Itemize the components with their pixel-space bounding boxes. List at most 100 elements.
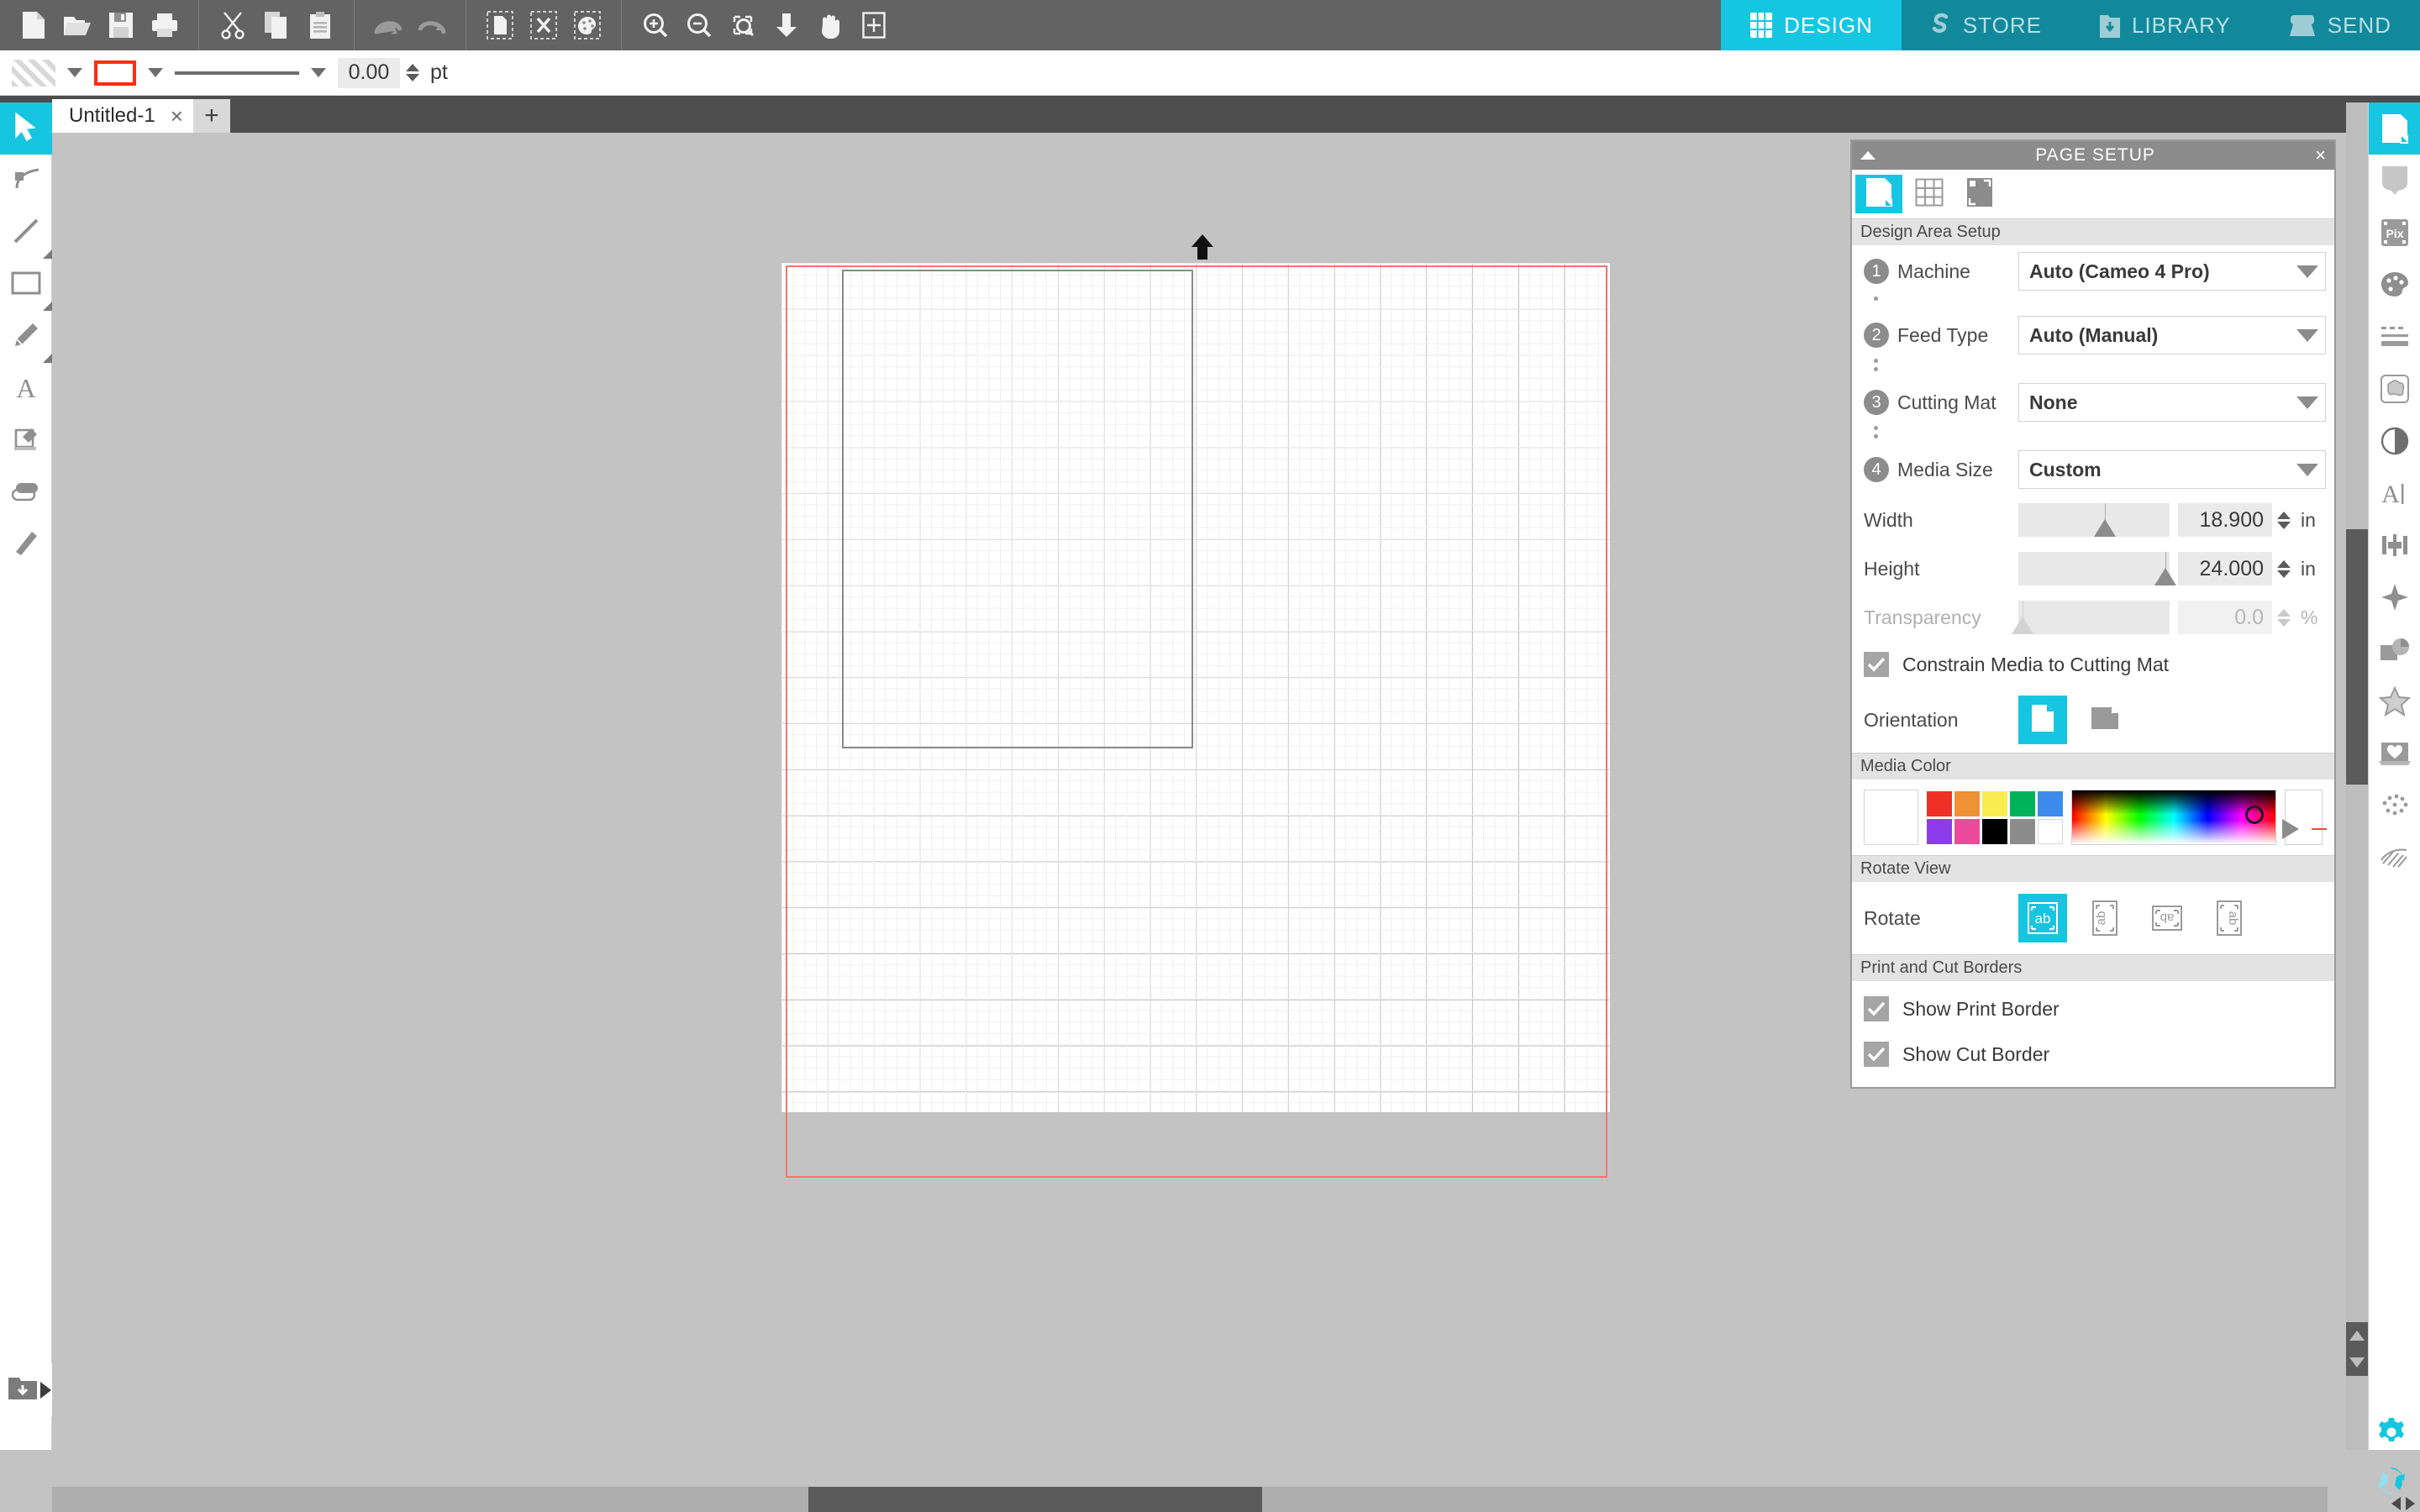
line-style-dropdown-caret[interactable] — [311, 68, 326, 77]
transform-panel-icon[interactable] — [2369, 571, 2420, 623]
transparency-decrement-icon[interactable] — [2277, 619, 2291, 627]
quick-access-panel-icon[interactable] — [2369, 155, 2420, 207]
rotate-90-button[interactable]: ab — [2081, 894, 2129, 942]
line-tool[interactable] — [0, 207, 52, 259]
chevron-down-icon[interactable] — [2296, 265, 2318, 278]
constrain-media-checkbox[interactable] — [1864, 652, 1889, 677]
grid-tab[interactable] — [1906, 175, 1953, 213]
draw-tool-flyout-corner[interactable] — [43, 354, 52, 363]
cut-button[interactable] — [211, 3, 255, 47]
fill-color-swatch[interactable] — [12, 60, 55, 87]
rotate-180-button[interactable]: ab — [2143, 894, 2191, 942]
nav-tab-store[interactable]: STORE — [1902, 0, 2070, 50]
brightness-slider[interactable] — [2285, 790, 2323, 845]
draw-tool[interactable] — [0, 311, 52, 363]
close-icon[interactable]: × — [171, 105, 183, 127]
transparency-stepper[interactable] — [2277, 609, 2291, 627]
preferences-button[interactable] — [2368, 1410, 2415, 1458]
copy-button[interactable] — [255, 3, 298, 47]
save-button[interactable] — [99, 3, 143, 47]
open-file-button[interactable] — [55, 3, 99, 47]
print-button[interactable] — [143, 3, 187, 47]
orientation-portrait-button[interactable] — [2018, 696, 2067, 744]
height-slider[interactable] — [2018, 552, 2170, 585]
constrain-media-checkbox-row[interactable]: Constrain Media to Cutting Mat — [1852, 642, 2334, 687]
feed-type-select[interactable]: Auto (Manual) — [2018, 316, 2326, 354]
rotate-0-button[interactable]: ab — [2018, 894, 2067, 942]
transparency-increment-icon[interactable] — [2277, 609, 2291, 617]
select-by-color-button[interactable] — [566, 3, 609, 47]
panel-rail-scroll-down[interactable] — [2346, 1349, 2368, 1376]
fill-color-panel-icon[interactable] — [2369, 259, 2420, 311]
show-grid-button[interactable] — [852, 3, 896, 47]
rectangle-tool[interactable] — [0, 259, 52, 311]
line-style-panel-icon[interactable] — [2369, 311, 2420, 363]
zoom-out-button[interactable] — [677, 3, 721, 47]
width-slider[interactable] — [2018, 503, 2170, 537]
line-width-input[interactable]: 0.00 — [338, 58, 400, 88]
color-swatch-orange[interactable] — [1954, 791, 1980, 816]
new-document-button[interactable] — [12, 3, 55, 47]
redo-button[interactable] — [410, 3, 454, 47]
design-page[interactable] — [781, 263, 1610, 1112]
width-stepper[interactable] — [2277, 512, 2291, 529]
chevron-down-icon[interactable] — [2296, 329, 2318, 342]
stroke-color-swatch[interactable] — [94, 60, 136, 86]
gradient-cursor-icon[interactable] — [2245, 806, 2264, 824]
fill-color-dropdown-caret[interactable] — [67, 68, 82, 77]
stroke-color-dropdown-caret[interactable] — [148, 68, 163, 77]
show-cut-border-checkbox[interactable] — [1864, 1042, 1889, 1067]
height-input[interactable]: 24.000 — [2178, 552, 2272, 585]
line-width-decrement-icon[interactable] — [406, 74, 419, 81]
panel-rail-scrollbar[interactable] — [2346, 102, 2368, 1450]
horizontal-scroll-thumb[interactable] — [808, 1487, 1262, 1512]
color-swatch-blue[interactable] — [2038, 791, 2063, 816]
new-tab-button[interactable]: + — [193, 99, 230, 133]
color-swatch-green[interactable] — [2010, 791, 2035, 816]
line-tool-flyout-corner[interactable] — [43, 249, 52, 259]
document-tab[interactable]: Untitled-1 × — [52, 99, 193, 133]
width-increment-icon[interactable] — [2277, 512, 2291, 519]
pattern-fill-panel-icon[interactable] — [2369, 363, 2420, 415]
color-swatch-yellow[interactable] — [1982, 791, 2007, 816]
select-all-button[interactable] — [478, 3, 522, 47]
line-width-increment-icon[interactable] — [406, 64, 419, 71]
fit-to-page-button[interactable] — [765, 3, 808, 47]
undo-button[interactable] — [366, 3, 410, 47]
collapse-chevron-icon[interactable] — [1860, 151, 1876, 160]
panel-rail-scroll-thumb[interactable] — [2346, 529, 2368, 785]
close-icon[interactable]: × — [2315, 146, 2326, 165]
knife-tool[interactable] — [0, 519, 52, 571]
page-setup-panel-icon[interactable] — [2369, 102, 2420, 155]
color-swatch-pink[interactable] — [1954, 819, 1980, 844]
nav-tab-design[interactable]: DESIGN — [1721, 0, 1902, 50]
paste-button[interactable] — [298, 3, 342, 47]
machine-select[interactable]: Auto (Cameo 4 Pro) — [2018, 252, 2326, 291]
expand-arrow-icon[interactable] — [40, 1382, 51, 1399]
my-library-panel-icon[interactable] — [2369, 727, 2420, 780]
rectangle-tool-flyout-corner[interactable] — [43, 302, 52, 311]
color-swatch-red[interactable] — [1927, 791, 1952, 816]
height-increment-icon[interactable] — [2277, 560, 2291, 568]
width-input[interactable]: 18.900 — [2178, 503, 2272, 537]
text-tool[interactable]: A — [0, 363, 52, 415]
align-panel-icon[interactable] — [2369, 519, 2420, 571]
chevron-down-icon[interactable] — [2296, 396, 2318, 409]
nav-tab-send[interactable]: SEND — [2260, 0, 2420, 50]
sketch-tool[interactable] — [0, 415, 52, 467]
eraser-tool[interactable] — [0, 467, 52, 519]
media-size-select[interactable]: Custom — [2018, 450, 2326, 489]
height-stepper[interactable] — [2277, 560, 2291, 578]
chevron-down-icon[interactable] — [2296, 464, 2318, 476]
color-swatch-purple[interactable] — [1927, 819, 1952, 844]
width-decrement-icon[interactable] — [2277, 522, 2291, 529]
brightness-knob-icon[interactable] — [2282, 819, 2299, 839]
height-decrement-icon[interactable] — [2277, 570, 2291, 578]
transparency-panel-icon[interactable] — [2369, 415, 2420, 467]
cutting-mat-select[interactable]: None — [2018, 383, 2326, 422]
registration-marks-tab[interactable] — [1956, 175, 2003, 213]
modify-panel-icon[interactable] — [2369, 623, 2420, 675]
pixscan-panel-icon[interactable]: Pix — [2369, 207, 2420, 259]
color-gradient-picker[interactable] — [2071, 790, 2276, 845]
pan-right-icon[interactable] — [2406, 1497, 2415, 1510]
